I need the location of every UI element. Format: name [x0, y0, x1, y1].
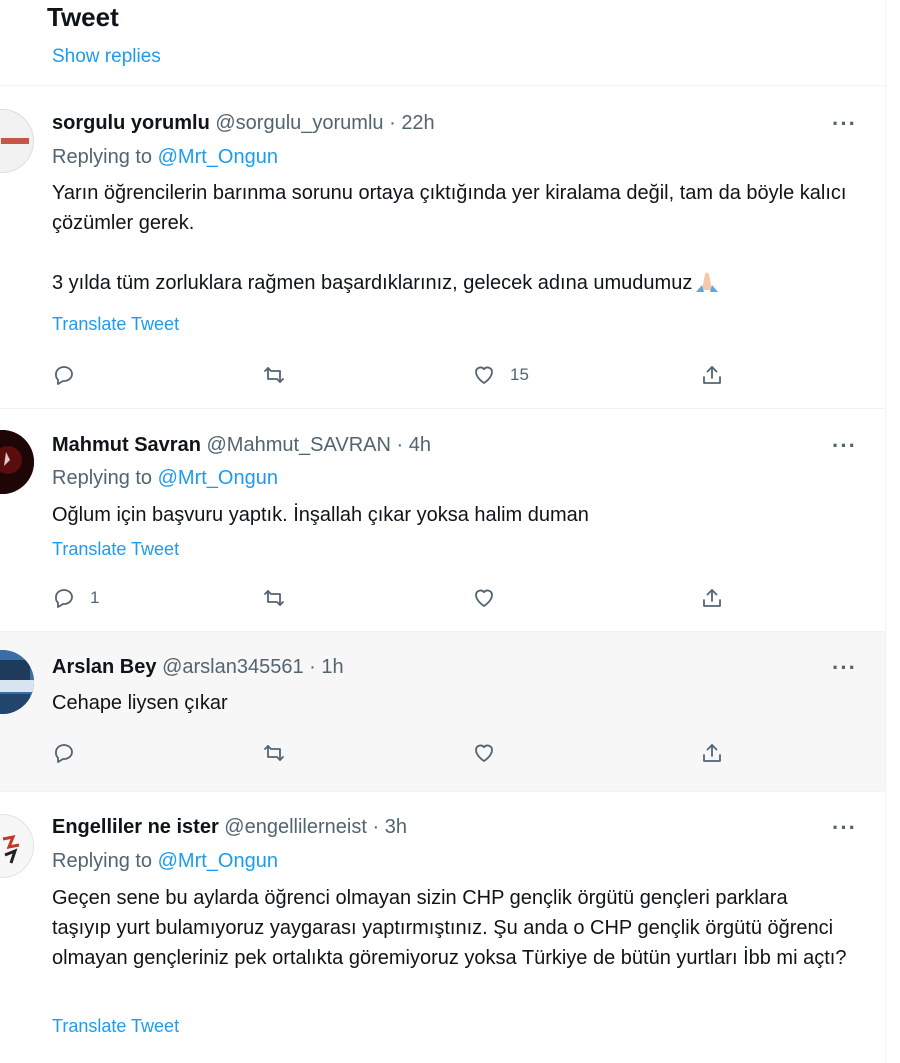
reply-icon — [55, 744, 73, 763]
tweet-header: Engelliler ne ister @engellilerneist · 3… — [52, 816, 407, 839]
heart-icon — [475, 744, 493, 762]
page-title: Tweet — [47, 2, 119, 32]
reply-button[interactable]: 1 — [52, 583, 99, 613]
conversation-column: Tweet Show replies sorgulu yorumlu @sorg… — [0, 0, 886, 1063]
tweet-reply[interactable]: Arslan Bey @arslan345561 · 1h ··· Cehape… — [0, 632, 885, 792]
tweet-header: Arslan Bey @arslan345561 · 1h — [52, 656, 344, 679]
share-button[interactable] — [700, 360, 724, 390]
tweet-reply[interactable]: Mahmut Savran @Mahmut_SAVRAN · 4h ··· Re… — [0, 409, 885, 632]
like-count: 15 — [510, 365, 529, 384]
separator-dot: · — [309, 656, 316, 678]
reply-button[interactable] — [52, 360, 90, 390]
replying-prefix: Replying to — [52, 146, 153, 168]
retweet-icon — [264, 367, 284, 383]
display-name[interactable]: Mahmut Savran — [52, 434, 201, 456]
separator-dot: · — [396, 434, 404, 456]
more-icon[interactable]: ··· — [832, 433, 857, 459]
share-icon — [703, 589, 721, 607]
mention-link[interactable]: @Mrt_Ongun — [158, 146, 278, 168]
separator-dot: · — [389, 112, 396, 134]
more-icon[interactable]: ··· — [832, 111, 857, 137]
display-name[interactable]: Arslan Bey — [52, 656, 157, 678]
tweet-text: Yarın öğrencilerin barınma sorunu ortaya… — [52, 178, 852, 298]
replying-prefix: Replying to — [52, 467, 153, 489]
share-button[interactable] — [700, 583, 724, 613]
page-header: Tweet Show replies — [0, 0, 885, 86]
avatar[interactable] — [0, 430, 34, 494]
more-icon[interactable]: ··· — [832, 655, 857, 681]
share-icon — [703, 366, 721, 384]
tweet-header: Mahmut Savran @Mahmut_SAVRAN · 4h — [52, 434, 431, 457]
translate-tweet-link[interactable]: Translate Tweet — [52, 1016, 179, 1037]
reply-button[interactable] — [52, 738, 90, 768]
show-replies-link[interactable]: Show replies — [52, 46, 161, 68]
display-name[interactable]: Engelliler ne ister — [52, 816, 219, 838]
user-handle[interactable]: @sorgulu_yorumlu — [215, 112, 383, 134]
translate-tweet-link[interactable]: Translate Tweet — [52, 314, 179, 335]
avatar[interactable] — [0, 814, 34, 878]
translate-tweet-link[interactable]: Translate Tweet — [52, 539, 179, 560]
tweet-text: Oğlum için başvuru yaptık. İnşallah çıka… — [52, 504, 589, 526]
like-button[interactable] — [472, 738, 510, 768]
replying-to: Replying to @Mrt_Ongun — [52, 146, 278, 169]
tweet-reply[interactable]: sorgulu yorumlu @sorgulu_yorumlu · 22h ·… — [0, 86, 885, 409]
display-name[interactable]: sorgulu yorumlu — [52, 112, 210, 134]
user-handle[interactable]: @engellilerneist — [224, 816, 367, 838]
retweet-button[interactable] — [262, 738, 300, 768]
heart-icon — [475, 366, 493, 384]
user-handle[interactable]: @Mahmut_SAVRAN — [207, 434, 391, 456]
separator-dot: · — [372, 816, 380, 838]
share-button[interactable] — [700, 738, 724, 768]
retweet-icon — [264, 590, 284, 606]
more-icon[interactable]: ··· — [832, 815, 857, 841]
like-button[interactable]: 15 — [472, 360, 529, 390]
folded-hands-emoji — [692, 270, 722, 292]
reply-icon — [55, 366, 73, 385]
avatar[interactable] — [0, 109, 34, 173]
avatar[interactable] — [0, 650, 34, 714]
tweet-time[interactable]: 4h — [409, 434, 431, 456]
user-handle[interactable]: @arslan345561 — [162, 656, 304, 678]
retweet-icon — [264, 745, 284, 761]
retweet-button[interactable] — [262, 360, 300, 390]
replying-to: Replying to @Mrt_Ongun — [52, 850, 278, 873]
retweet-button[interactable] — [262, 583, 300, 613]
tweet-time[interactable]: 1h — [321, 656, 343, 678]
tweet-text-body: Yarın öğrencilerin barınma sorunu ortaya… — [52, 182, 847, 294]
mention-link[interactable]: @Mrt_Ongun — [158, 467, 278, 489]
tweet-actions: 15 — [0, 360, 885, 390]
tweet-actions — [0, 738, 885, 768]
heart-icon — [475, 589, 493, 607]
tweet-text: Cehape liysen çıkar — [52, 692, 228, 714]
reply-count: 1 — [90, 588, 100, 607]
like-button[interactable] — [472, 583, 510, 613]
tweet-reply[interactable]: Engelliler ne ister @engellilerneist · 3… — [0, 792, 885, 1063]
tweet-header: sorgulu yorumlu @sorgulu_yorumlu · 22h — [52, 112, 435, 135]
mention-link[interactable]: @Mrt_Ongun — [158, 850, 278, 872]
share-icon — [703, 744, 721, 762]
tweet-actions: 1 — [0, 583, 885, 613]
tweet-time[interactable]: 3h — [385, 816, 407, 838]
reply-icon — [55, 589, 73, 608]
tweet-time[interactable]: 22h — [401, 112, 434, 134]
replying-prefix: Replying to — [52, 850, 153, 872]
replying-to: Replying to @Mrt_Ongun — [52, 467, 278, 490]
tweet-text: Geçen sene bu aylarda öğrenci olmayan si… — [52, 887, 847, 969]
